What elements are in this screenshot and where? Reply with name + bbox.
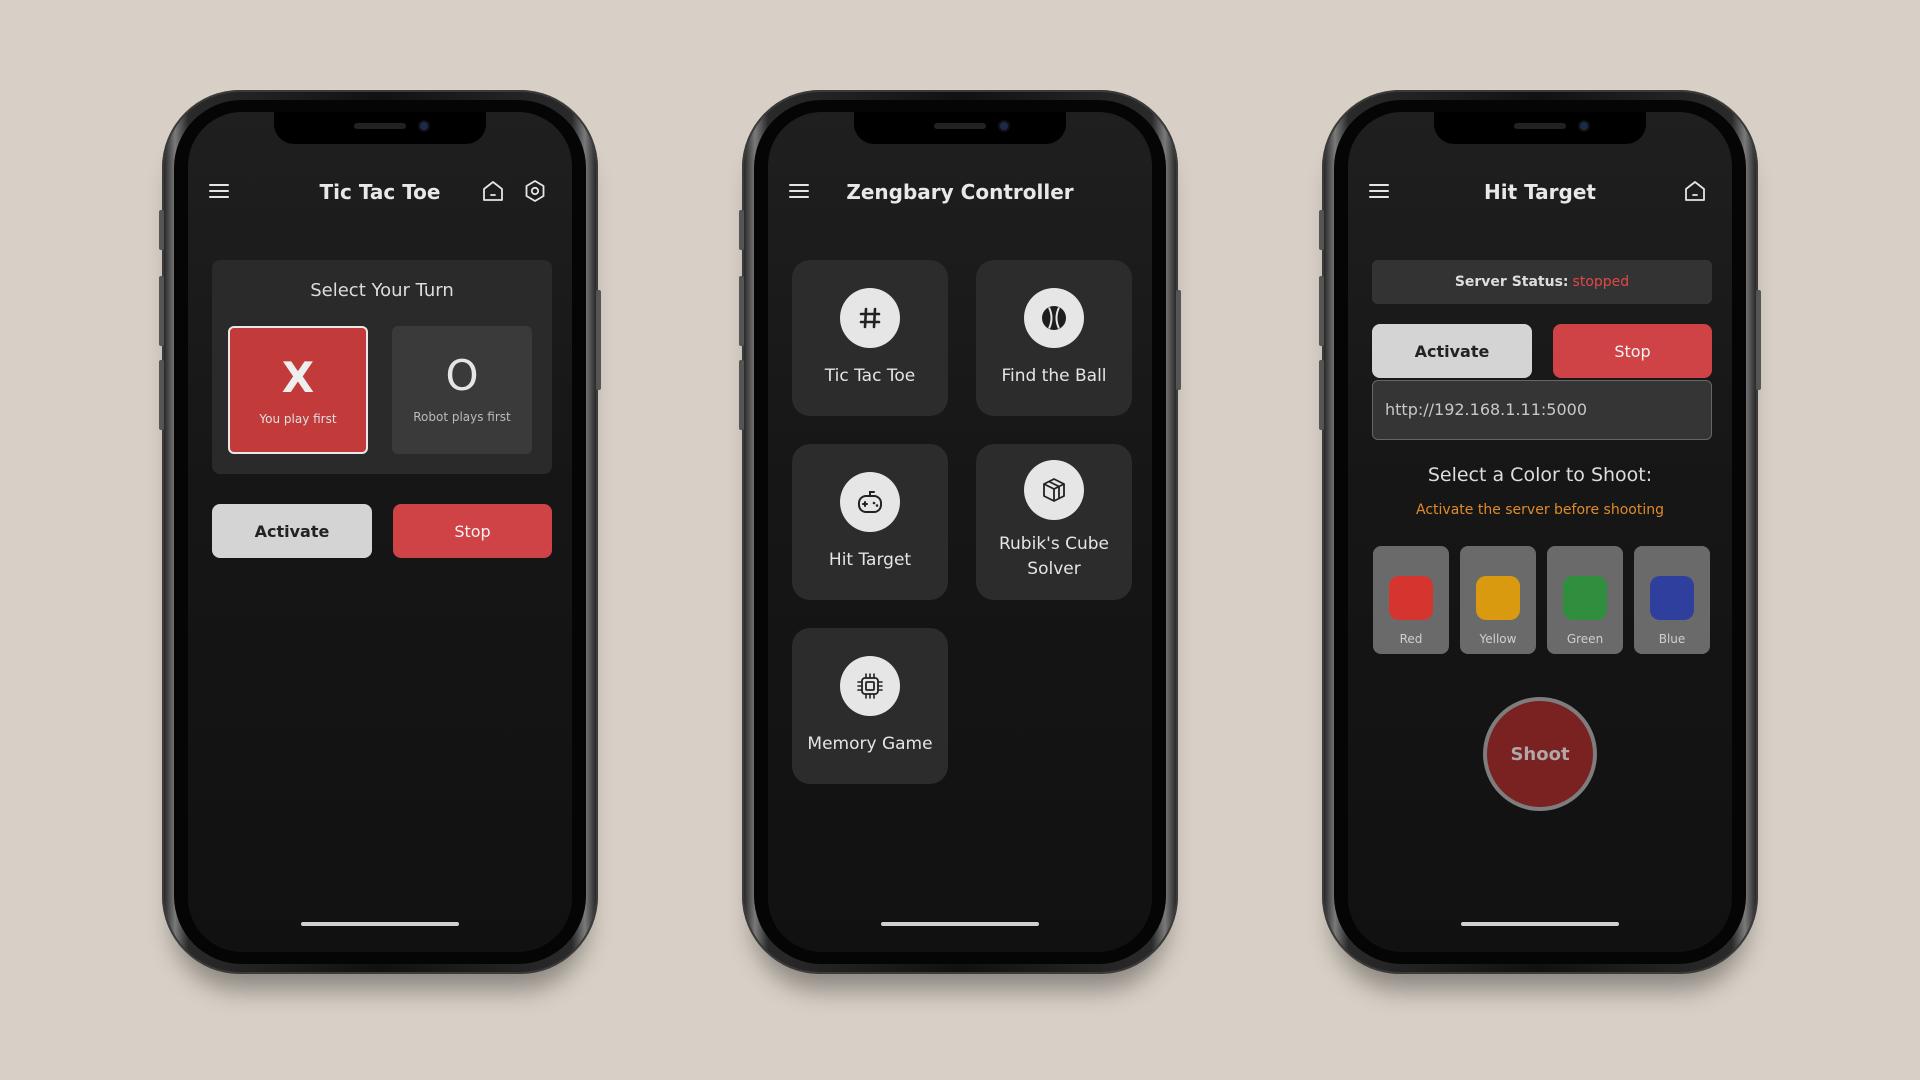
- tile-memory-game[interactable]: Memory Game: [792, 628, 948, 784]
- option-you-first[interactable]: X You play first: [228, 326, 368, 454]
- activate-button[interactable]: Activate: [1372, 324, 1532, 378]
- screen-hit-target: Hit Target Server Status: stopped Activa…: [1348, 112, 1732, 952]
- tile-label: Find the Ball: [1001, 366, 1107, 386]
- option-label: You play first: [259, 412, 337, 426]
- option-label: Robot plays first: [413, 410, 511, 424]
- screen-tictactoe: Tic Tac Toe Select Your Turn X You play …: [188, 112, 572, 952]
- server-status-label: Server Status:: [1454, 274, 1569, 290]
- app-bar: Hit Target: [1348, 168, 1732, 218]
- color-name: Green: [1566, 632, 1604, 646]
- server-status-bar: Server Status: stopped: [1372, 260, 1712, 304]
- turn-selector-title: Select Your Turn: [310, 280, 454, 301]
- color-option-yellow[interactable]: Yellow: [1460, 546, 1536, 654]
- ball-icon: [1024, 288, 1084, 348]
- tile-label: Hit Target: [828, 550, 912, 570]
- page-title: Zengbary Controller: [846, 180, 1074, 204]
- tile-find-the-ball[interactable]: Find the Ball: [976, 260, 1132, 416]
- hash-icon: [840, 288, 900, 348]
- color-name: Red: [1399, 632, 1423, 646]
- activate-button[interactable]: Activate: [212, 504, 372, 558]
- home-icon[interactable]: [480, 178, 506, 204]
- tile-label: Tic Tac Toe: [824, 366, 916, 386]
- gamepad-icon: [840, 472, 900, 532]
- color-option-blue[interactable]: Blue: [1634, 546, 1710, 654]
- chip-icon: [840, 656, 900, 716]
- tile-hit-target[interactable]: Hit Target: [792, 444, 948, 600]
- phone-controller: Zengbary Controller Tic Tac Toe Find the…: [739, 90, 1181, 974]
- color-chip: [1650, 576, 1694, 620]
- tile-label: Rubik's Cube Solver: [998, 534, 1109, 579]
- color-name: Yellow: [1479, 632, 1517, 646]
- tile-tic-tac-toe[interactable]: Tic Tac Toe: [792, 260, 948, 416]
- server-status-value: stopped: [1572, 274, 1630, 290]
- home-indicator: [301, 922, 459, 926]
- color-picker-hint: Activate the server before shooting: [1416, 502, 1664, 518]
- app-bar: Tic Tac Toe: [188, 168, 572, 218]
- page-title: Tic Tac Toe: [319, 180, 441, 204]
- screen-controller: Zengbary Controller Tic Tac Toe Find the…: [768, 112, 1152, 952]
- tile-rubiks-cube-solver[interactable]: Rubik's Cube Solver: [976, 444, 1132, 600]
- color-option-red[interactable]: Red: [1373, 546, 1449, 654]
- cube-icon: [1024, 460, 1084, 520]
- option-robot-first[interactable]: O Robot plays first: [392, 326, 532, 454]
- page-title: Hit Target: [1484, 180, 1596, 204]
- home-indicator: [1461, 922, 1619, 926]
- server-url-input[interactable]: http://192.168.1.11:5000: [1372, 380, 1712, 440]
- color-chip: [1389, 576, 1433, 620]
- home-icon[interactable]: [1682, 178, 1708, 204]
- tile-label: Memory Game: [807, 734, 933, 754]
- stop-button[interactable]: Stop: [1553, 324, 1712, 378]
- color-chip: [1563, 576, 1607, 620]
- settings-icon[interactable]: [522, 178, 548, 204]
- app-bar: Zengbary Controller: [768, 168, 1152, 218]
- turn-selector-card: Select Your Turn X You play first O Robo…: [212, 260, 552, 474]
- color-picker-title: Select a Color to Shoot:: [1427, 464, 1653, 486]
- phone-hit-target: Hit Target Server Status: stopped Activa…: [1319, 90, 1761, 974]
- shoot-button[interactable]: Shoot: [1483, 697, 1597, 811]
- stop-button[interactable]: Stop: [393, 504, 552, 558]
- color-option-green[interactable]: Green: [1547, 546, 1623, 654]
- color-name: Blue: [1658, 632, 1686, 646]
- phone-tictactoe: Tic Tac Toe Select Your Turn X You play …: [159, 90, 601, 974]
- color-chip: [1476, 576, 1520, 620]
- o-symbol: O: [445, 351, 479, 400]
- x-symbol: X: [281, 353, 315, 402]
- home-indicator: [881, 922, 1039, 926]
